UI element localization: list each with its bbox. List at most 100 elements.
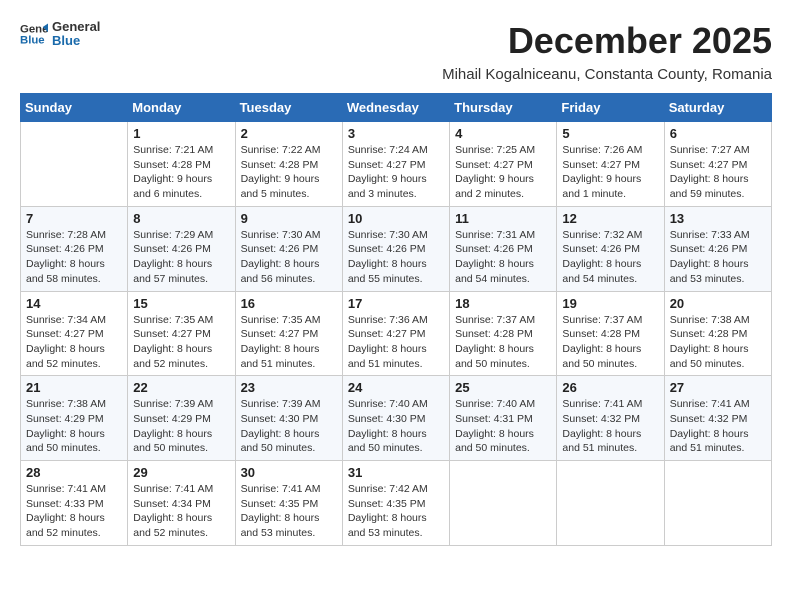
day-number: 24 [348,380,444,395]
day-info: Sunrise: 7:26 AM Sunset: 4:27 PM Dayligh… [562,143,658,202]
day-info: Sunrise: 7:30 AM Sunset: 4:26 PM Dayligh… [348,228,444,287]
calendar-cell: 4 Sunrise: 7:25 AM Sunset: 4:27 PM Daylig… [450,122,557,207]
logo-text-blue: Blue [52,34,100,48]
day-number: 28 [26,465,122,480]
calendar-cell: 13 Sunrise: 7:33 AM Sunset: 4:26 PM Dayli… [664,206,771,291]
day-info: Sunrise: 7:24 AM Sunset: 4:27 PM Dayligh… [348,143,444,202]
calendar-cell: 23Sunrise: 7:39 AM Sunset: 4:30 PM Dayli… [235,376,342,461]
calendar-cell: 17 Sunrise: 7:36 AM Sunset: 4:27 PM Dayli… [342,291,449,376]
calendar-cell: 16 Sunrise: 7:35 AM Sunset: 4:27 PM Dayli… [235,291,342,376]
day-number: 17 [348,296,444,311]
day-number: 12 [562,211,658,226]
day-info: Sunrise: 7:40 AM Sunset: 4:30 PM Dayligh… [348,397,444,456]
day-number: 29 [133,465,229,480]
day-info: Sunrise: 7:29 AM Sunset: 4:26 PM Dayligh… [133,228,229,287]
day-number: 30 [241,465,337,480]
day-info: Sunrise: 7:36 AM Sunset: 4:27 PM Dayligh… [348,313,444,372]
day-number: 5 [562,126,658,141]
day-number: 19 [562,296,658,311]
calendar-cell: 9 Sunrise: 7:30 AM Sunset: 4:26 PM Daylig… [235,206,342,291]
month-title: December 2025 [508,20,772,62]
day-info: Sunrise: 7:27 AM Sunset: 4:27 PM Dayligh… [670,143,766,202]
weekday-header-wednesday: Wednesday [342,94,449,122]
logo-text-general: General [52,20,100,34]
location-subtitle: Mihail Kogalniceanu, Constanta County, R… [20,66,772,83]
calendar-body: 1 Sunrise: 7:21 AM Sunset: 4:28 PM Daylig… [21,122,772,546]
calendar-cell [450,461,557,546]
day-info: Sunrise: 7:38 AM Sunset: 4:28 PM Dayligh… [670,313,766,372]
day-info: Sunrise: 7:32 AM Sunset: 4:26 PM Dayligh… [562,228,658,287]
day-info: Sunrise: 7:41 AM Sunset: 4:34 PM Dayligh… [133,482,229,541]
calendar-cell: 26 Sunrise: 7:41 AM Sunset: 4:32 PM Dayli… [557,376,664,461]
day-number: 2 [241,126,337,141]
day-info: Sunrise: 7:42 AM Sunset: 4:35 PM Dayligh… [348,482,444,541]
day-info: Sunrise: 7:37 AM Sunset: 4:28 PM Dayligh… [455,313,551,372]
calendar-cell [557,461,664,546]
day-info: Sunrise: 7:22 AM Sunset: 4:28 PM Dayligh… [241,143,337,202]
day-number: 9 [241,211,337,226]
calendar-cell: 27 Sunrise: 7:41 AM Sunset: 4:32 PM Dayli… [664,376,771,461]
calendar-cell: 10 Sunrise: 7:30 AM Sunset: 4:26 PM Dayli… [342,206,449,291]
calendar-cell: 18 Sunrise: 7:37 AM Sunset: 4:28 PM Dayli… [450,291,557,376]
calendar-cell [21,122,128,207]
calendar-cell: 30Sunrise: 7:41 AM Sunset: 4:35 PM Dayli… [235,461,342,546]
day-number: 26 [562,380,658,395]
day-number: 3 [348,126,444,141]
calendar-cell: 6 Sunrise: 7:27 AM Sunset: 4:27 PM Daylig… [664,122,771,207]
day-number: 18 [455,296,551,311]
day-info: Sunrise: 7:40 AM Sunset: 4:31 PM Dayligh… [455,397,551,456]
day-number: 27 [670,380,766,395]
day-info: Sunrise: 7:33 AM Sunset: 4:26 PM Dayligh… [670,228,766,287]
calendar-cell: 14Sunrise: 7:34 AM Sunset: 4:27 PM Dayli… [21,291,128,376]
day-number: 14 [26,296,122,311]
day-number: 25 [455,380,551,395]
day-info: Sunrise: 7:37 AM Sunset: 4:28 PM Dayligh… [562,313,658,372]
calendar-cell: 11Sunrise: 7:31 AM Sunset: 4:26 PM Dayli… [450,206,557,291]
day-info: Sunrise: 7:41 AM Sunset: 4:32 PM Dayligh… [562,397,658,456]
calendar-week-row: 7 Sunrise: 7:28 AM Sunset: 4:26 PM Daylig… [21,206,772,291]
calendar-cell: 28 Sunrise: 7:41 AM Sunset: 4:33 PM Dayli… [21,461,128,546]
svg-text:Blue: Blue [20,35,45,47]
day-info: Sunrise: 7:28 AM Sunset: 4:26 PM Dayligh… [26,228,122,287]
calendar-cell: 25 Sunrise: 7:40 AM Sunset: 4:31 PM Dayli… [450,376,557,461]
calendar-week-row: 21Sunrise: 7:38 AM Sunset: 4:29 PM Dayli… [21,376,772,461]
calendar-cell: 1 Sunrise: 7:21 AM Sunset: 4:28 PM Daylig… [128,122,235,207]
day-number: 6 [670,126,766,141]
calendar-week-row: 28 Sunrise: 7:41 AM Sunset: 4:33 PM Dayli… [21,461,772,546]
calendar-cell: 7 Sunrise: 7:28 AM Sunset: 4:26 PM Daylig… [21,206,128,291]
day-info: Sunrise: 7:31 AM Sunset: 4:26 PM Dayligh… [455,228,551,287]
calendar-cell: 22 Sunrise: 7:39 AM Sunset: 4:29 PM Dayli… [128,376,235,461]
calendar-cell: 12 Sunrise: 7:32 AM Sunset: 4:26 PM Dayli… [557,206,664,291]
calendar-cell: 2 Sunrise: 7:22 AM Sunset: 4:28 PM Daylig… [235,122,342,207]
day-info: Sunrise: 7:39 AM Sunset: 4:30 PM Dayligh… [241,397,337,456]
day-number: 1 [133,126,229,141]
day-info: Sunrise: 7:30 AM Sunset: 4:26 PM Dayligh… [241,228,337,287]
day-number: 16 [241,296,337,311]
day-info: Sunrise: 7:41 AM Sunset: 4:32 PM Dayligh… [670,397,766,456]
day-info: Sunrise: 7:35 AM Sunset: 4:27 PM Dayligh… [241,313,337,372]
day-number: 7 [26,211,122,226]
day-number: 31 [348,465,444,480]
day-number: 13 [670,211,766,226]
day-info: Sunrise: 7:25 AM Sunset: 4:27 PM Dayligh… [455,143,551,202]
day-info: Sunrise: 7:39 AM Sunset: 4:29 PM Dayligh… [133,397,229,456]
weekday-header-sunday: Sunday [21,94,128,122]
calendar-week-row: 1 Sunrise: 7:21 AM Sunset: 4:28 PM Daylig… [21,122,772,207]
day-info: Sunrise: 7:41 AM Sunset: 4:33 PM Dayligh… [26,482,122,541]
page-header: General Blue General Blue December 2025 [20,20,772,62]
day-number: 22 [133,380,229,395]
day-info: Sunrise: 7:35 AM Sunset: 4:27 PM Dayligh… [133,313,229,372]
calendar-cell: 21Sunrise: 7:38 AM Sunset: 4:29 PM Dayli… [21,376,128,461]
day-number: 21 [26,380,122,395]
day-info: Sunrise: 7:21 AM Sunset: 4:28 PM Dayligh… [133,143,229,202]
weekday-header-friday: Friday [557,94,664,122]
calendar-cell: 5 Sunrise: 7:26 AM Sunset: 4:27 PM Daylig… [557,122,664,207]
day-number: 4 [455,126,551,141]
day-number: 20 [670,296,766,311]
logo-icon: General Blue [20,20,48,48]
calendar-cell: 3 Sunrise: 7:24 AM Sunset: 4:27 PM Daylig… [342,122,449,207]
calendar-cell: 24 Sunrise: 7:40 AM Sunset: 4:30 PM Dayli… [342,376,449,461]
day-number: 10 [348,211,444,226]
calendar-cell: 31 Sunrise: 7:42 AM Sunset: 4:35 PM Dayli… [342,461,449,546]
svg-text:General: General [20,24,48,36]
